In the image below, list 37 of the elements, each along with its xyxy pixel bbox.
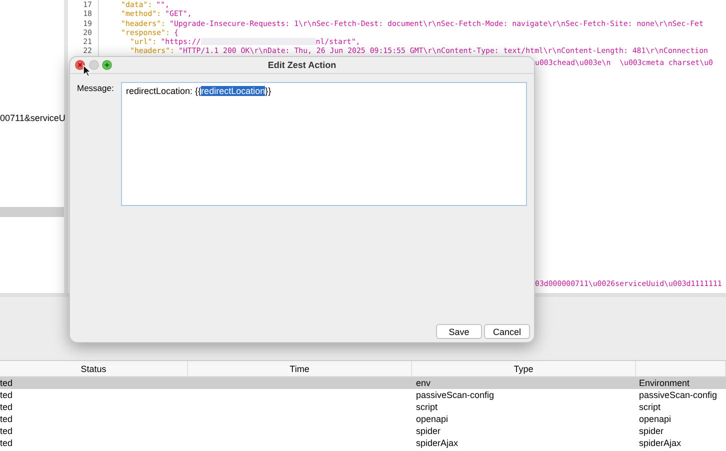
- column-header[interactable]: Status: [80, 364, 106, 374]
- table-cell: ted: [0, 426, 13, 436]
- table-row[interactable]: ted env Environment: [0, 377, 726, 389]
- table-cell: spider: [639, 426, 664, 436]
- column-header[interactable]: Type: [514, 364, 534, 374]
- table-cell: openapi: [416, 414, 448, 424]
- table-cell: spiderAjax: [416, 438, 458, 448]
- table-row[interactable]: ted script script: [0, 401, 726, 413]
- table-cell: ted: [0, 438, 13, 448]
- selected-row-highlight: [0, 207, 64, 217]
- table-cell: ted: [0, 378, 13, 388]
- table-cell: script: [416, 402, 438, 412]
- column-header[interactable]: Time: [290, 364, 310, 374]
- table-row[interactable]: ted spiderAjax spiderAjax: [0, 437, 726, 449]
- message-label: Message:: [77, 82, 115, 95]
- table-row[interactable]: ted openapi openapi: [0, 413, 726, 425]
- table-cell: spiderAjax: [639, 438, 682, 448]
- cancel-button[interactable]: Cancel: [484, 324, 530, 339]
- zoom-icon[interactable]: [102, 60, 112, 70]
- message-field[interactable]: redirectLocation: {{redirectLocation}}: [121, 82, 527, 206]
- table-cell: ted: [0, 390, 13, 400]
- table-row[interactable]: ted passiveScan-config passiveScan-config: [0, 389, 726, 401]
- table-cell: Environment: [639, 378, 690, 388]
- dialog-title: Edit Zest Action: [268, 60, 336, 70]
- table-cell: passiveScan-config: [416, 390, 494, 400]
- minimize-icon: [88, 60, 98, 70]
- request-text: 00711&serviceU: [0, 113, 66, 123]
- table-cell: spider: [416, 426, 441, 436]
- table-cell: ted: [0, 402, 13, 412]
- table-cell: env: [416, 378, 431, 388]
- table-cell: ted: [0, 414, 13, 424]
- save-button[interactable]: Save: [436, 324, 482, 339]
- pointer-cursor-icon: [83, 65, 91, 77]
- table-cell: script: [639, 402, 661, 412]
- table-row[interactable]: ted spider spider: [0, 425, 726, 437]
- table-cell: openapi: [639, 414, 672, 424]
- table-cell: passiveScan-config: [639, 390, 718, 400]
